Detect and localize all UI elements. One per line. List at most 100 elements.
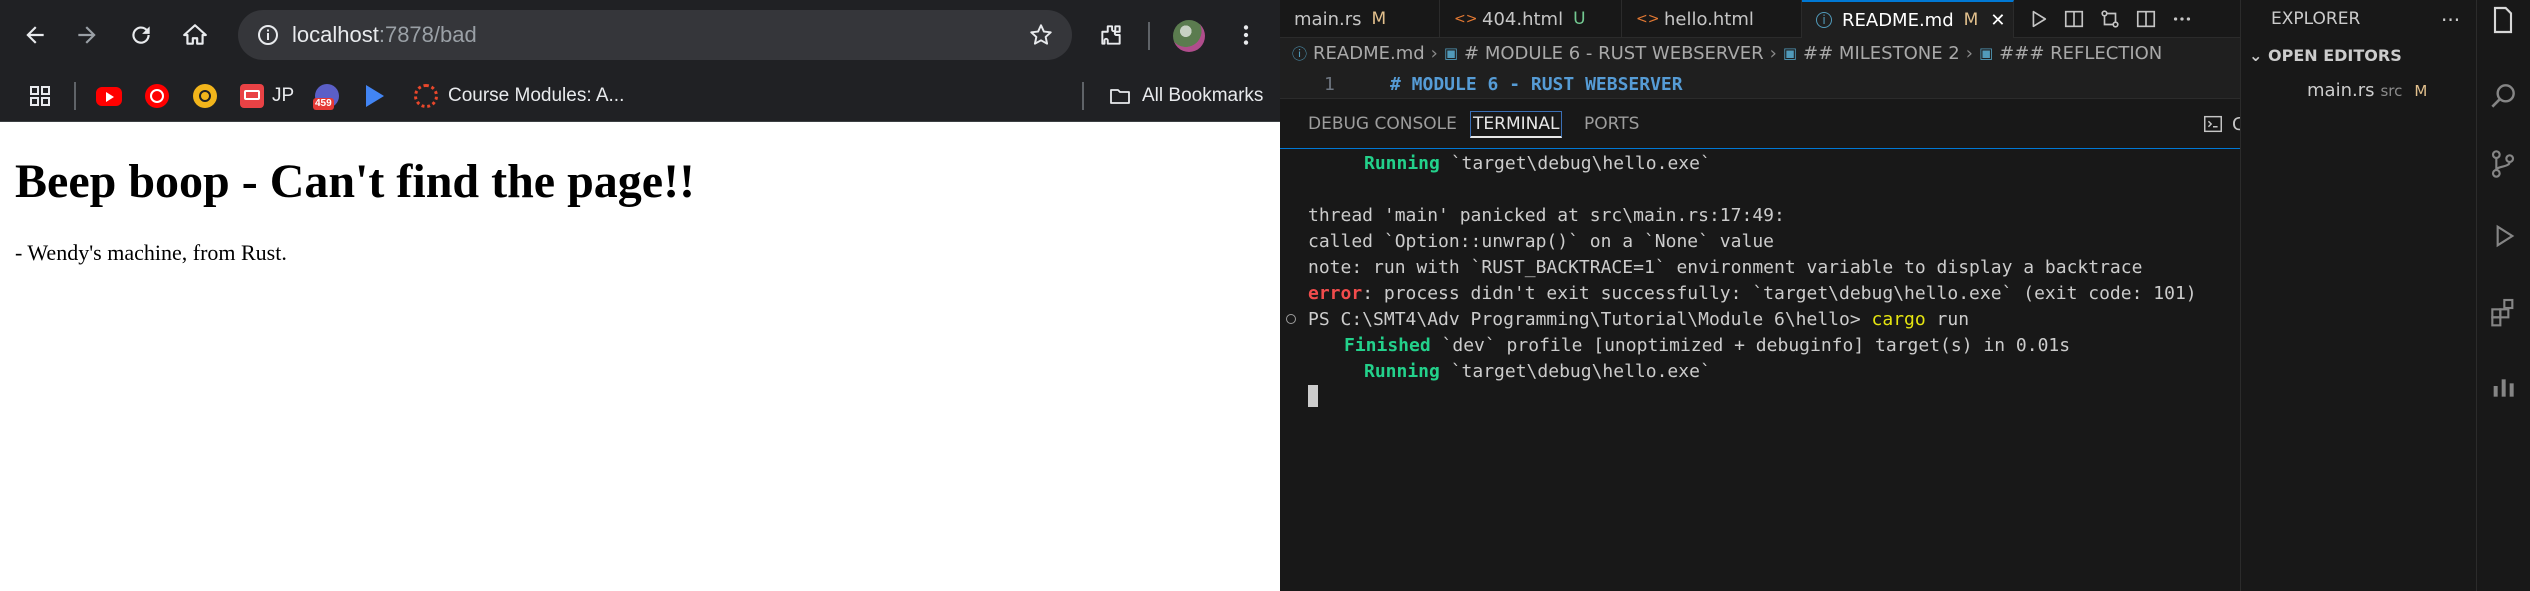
close-icon[interactable]: ✕ (1990, 10, 2005, 31)
source-control-icon[interactable] (2487, 148, 2519, 180)
home-icon (183, 24, 207, 45)
tab-readme-md-status: M (1963, 10, 1979, 30)
more-actions-icon[interactable]: ··· (2441, 8, 2460, 32)
terminal-text: `target\debug\hello.exe` (1450, 153, 1711, 174)
terminal-keyword: Running (1364, 153, 1440, 174)
breadcrumb-heading-2-label: ## MILESTONE 2 (1803, 42, 1960, 64)
bookmark-jp-label: JP (272, 85, 295, 106)
folder-icon (1110, 89, 1130, 104)
page-text: - Wendy's machine, from Rust. (15, 240, 287, 265)
bookmarks-bar: JP 459 Course Modules: A... All Bookmark… (0, 70, 1280, 122)
badge-count: 459 (313, 98, 334, 110)
tab-hello-html-label: hello.html (1664, 8, 1754, 30)
tab-debug-console[interactable]: DEBUG CONSOLE (1308, 99, 1457, 149)
tab-readme-md-label: README.md (1842, 9, 1954, 31)
bookmark-youtube-music[interactable] (145, 70, 169, 122)
explorer-icon[interactable] (2487, 4, 2519, 36)
terminal-text: `target\debug\hello.exe` (1439, 361, 1711, 382)
breadcrumb-file[interactable]: ⓘ README.md (1292, 43, 1425, 64)
tab-ports[interactable]: PORTS (1584, 99, 1639, 149)
apps-button[interactable] (28, 70, 52, 122)
run-icon[interactable] (2027, 8, 2049, 30)
open-editors-section[interactable]: ⌄ OPEN EDITORS (2249, 46, 2402, 65)
toolbar-divider (1148, 22, 1150, 50)
breadcrumb-heading-1-label: # MODULE 6 - RUST WEBSERVER (1464, 42, 1764, 64)
terminal-output[interactable]: Running `target\debug\hello.exe` thread … (1280, 148, 2240, 591)
bookmark-jp[interactable]: JP (240, 70, 294, 122)
forward-button[interactable] (66, 14, 108, 56)
badge-icon: 459 (313, 84, 339, 110)
bookmark-course-modules[interactable]: Course Modules: A... (414, 70, 624, 122)
terminal-prompt: PS C:\SMT4\Adv Programming\Tutorial\Modu… (1308, 309, 1872, 330)
terminal-line: called `Option::unwrap()` on a `None` va… (1308, 231, 1774, 252)
terminal-line: error: process didn't exit successfully:… (1308, 281, 2197, 307)
breadcrumb-heading-2[interactable]: ▣ ## MILESTONE 2 (1783, 43, 1960, 64)
terminal-command-args: run (1925, 309, 1970, 330)
line-number: 1 (1324, 74, 1335, 95)
run-debug-icon[interactable] (2487, 220, 2519, 252)
bookmark-youtube[interactable] (96, 70, 122, 122)
info-icon[interactable] (256, 23, 280, 47)
play-icon (366, 85, 384, 107)
all-bookmarks-label: All Bookmarks (1142, 85, 1264, 106)
address-bar[interactable]: localhost:7878/bad (238, 10, 1072, 60)
terminal-prompt-line: PS C:\SMT4\Adv Programming\Tutorial\Modu… (1308, 307, 1969, 333)
browser-menu-button[interactable] (1225, 14, 1267, 56)
terminal-cursor (1308, 385, 1318, 407)
breadcrumb-heading-3[interactable]: ▣ ### REFLECTION (1979, 43, 2162, 64)
open-editor-main-rs[interactable]: main.rs src M (2307, 80, 2427, 101)
heading-icon: ▣ (1978, 44, 1994, 62)
arrow-left-icon (26, 26, 44, 44)
open-editors-label: OPEN EDITORS (2267, 46, 2402, 65)
tab-terminal-label: TERMINAL (1470, 111, 1563, 138)
extensions-icon[interactable] (2487, 296, 2519, 328)
reload-button[interactable] (120, 14, 162, 56)
breadcrumb-heading-1[interactable]: ▣ # MODULE 6 - RUST WEBSERVER (1444, 43, 1764, 64)
bookmarks-divider-right (1082, 82, 1084, 110)
app-icon (193, 84, 217, 108)
chevron-right-icon: › (1769, 42, 1777, 64)
activity-bar (2476, 0, 2530, 591)
url-host: localhost (292, 22, 379, 47)
course-icon (414, 84, 438, 108)
terminal-line: note: run with `RUST_BACKTRACE=1` enviro… (1308, 257, 2143, 278)
open-editor-file-name: main.rs (2307, 80, 2375, 101)
terminal-line: Running `target\debug\hello.exe` (1364, 359, 1711, 385)
tab-404-html[interactable]: <> 404.html U (1440, 0, 1622, 38)
split-editor-icon[interactable] (2135, 8, 2157, 30)
compare-icon[interactable] (2099, 8, 2121, 30)
tab-readme-md[interactable]: i README.md M ✕ (1802, 0, 2014, 38)
panel-tabs: DEBUG CONSOLE TERMINAL PORTS Code (1280, 98, 2460, 149)
info-file-icon: ⓘ (1292, 44, 1308, 63)
bookmark-app[interactable] (193, 70, 217, 122)
tab-terminal[interactable]: TERMINAL (1470, 99, 1563, 149)
preview-icon[interactable] (2063, 8, 2085, 30)
all-bookmarks-button[interactable]: All Bookmarks (1108, 70, 1263, 122)
back-button[interactable] (14, 14, 56, 56)
bookmark-course-label: Course Modules: A... (448, 85, 625, 106)
editor-line[interactable]: 1 # MODULE 6 - RUST WEBSERVER (1280, 68, 2240, 98)
kebab-menu-icon (1243, 25, 1249, 45)
profile-avatar[interactable] (1173, 20, 1205, 52)
star-icon[interactable] (1028, 22, 1054, 48)
command-decoration-icon[interactable] (1286, 314, 1296, 324)
editor-actions (2027, 0, 2193, 38)
extensions-button[interactable] (1090, 14, 1132, 56)
browser-toolbar: localhost:7878/bad (0, 0, 1280, 70)
info-file-icon: i (1816, 12, 1832, 28)
breadcrumb-heading-3-label: ### REFLECTION (1999, 42, 2163, 64)
tab-main-rs-label: main.rs (1294, 8, 1362, 30)
bookmark-badge[interactable]: 459 (313, 70, 339, 122)
terminal-text: : process didn't exit successfully: `tar… (1362, 283, 2197, 304)
search-icon[interactable] (2487, 80, 2519, 112)
bookmark-play[interactable] (366, 70, 384, 122)
html-file-icon: <> (1454, 11, 1478, 27)
tab-main-rs[interactable]: main.rs M (1280, 0, 1440, 38)
charts-icon[interactable] (2487, 370, 2519, 402)
bookmarks-divider (74, 82, 76, 110)
page-heading: Beep boop - Can't find the page!! (15, 155, 696, 208)
url-text[interactable]: localhost:7878/bad (292, 10, 477, 60)
more-actions-icon[interactable] (2171, 8, 2193, 30)
tab-hello-html[interactable]: <> hello.html (1622, 0, 1802, 38)
home-button[interactable] (174, 14, 216, 56)
